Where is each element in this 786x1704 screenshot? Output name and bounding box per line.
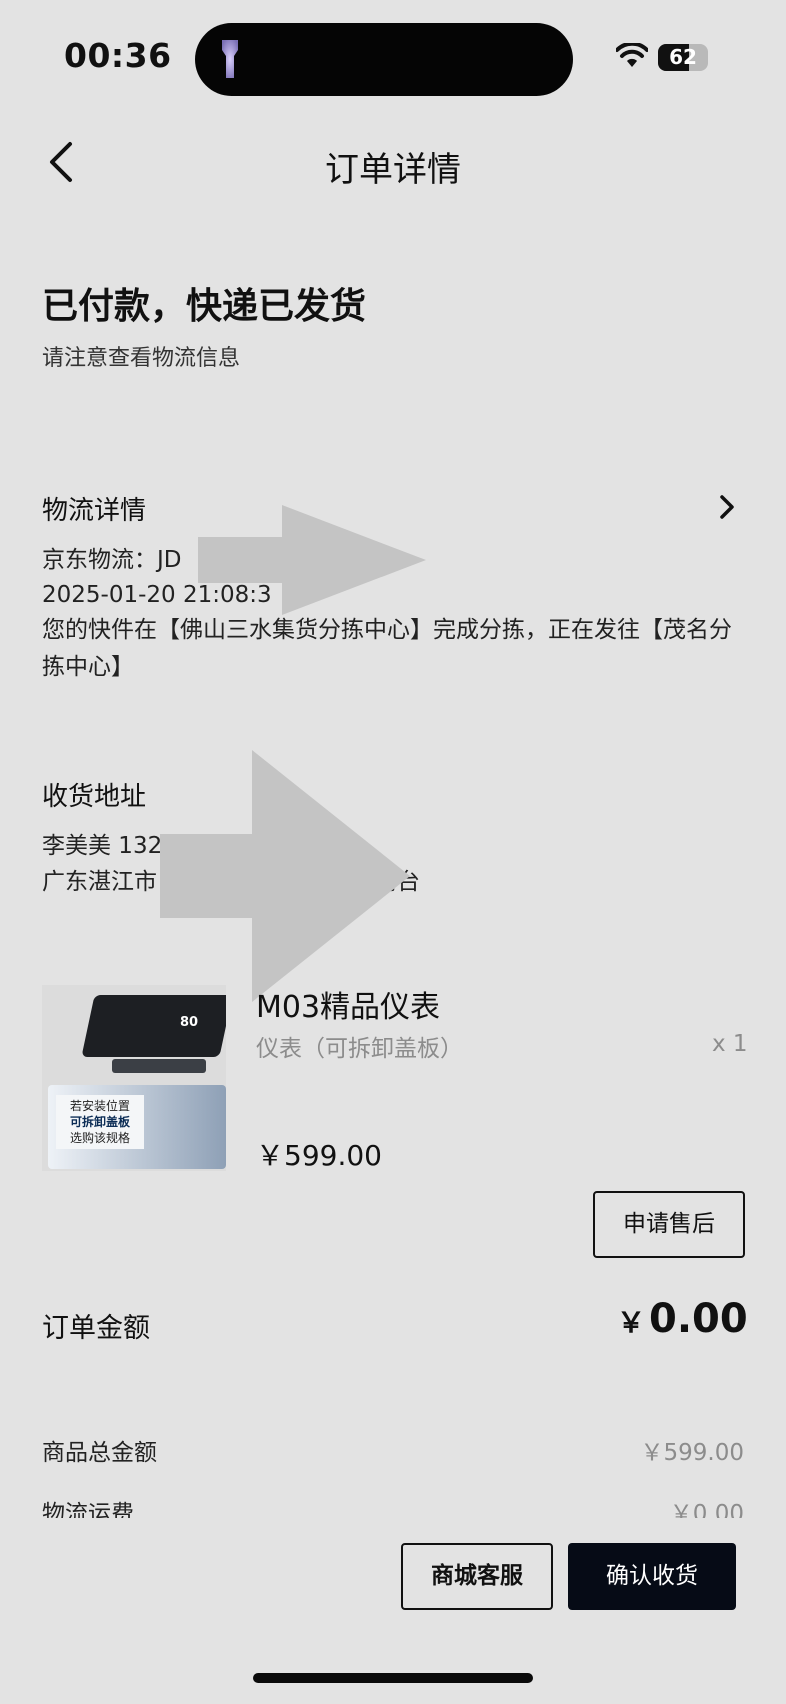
product-note-line3: 选购该规格: [69, 1131, 130, 1145]
logistics-title[interactable]: 物流详情: [42, 490, 146, 527]
product-price: ￥599.00: [256, 1139, 382, 1172]
product-spec: 仪表（可拆卸盖板）: [256, 1036, 463, 1062]
product-note-line2: 可拆卸盖板: [69, 1115, 130, 1129]
dynamic-island: [195, 23, 573, 96]
product-quantity: x 1: [712, 1031, 748, 1057]
product-stand: [112, 1059, 206, 1073]
product-note: 若安装位置 可拆卸盖板 选购该规格: [56, 1095, 144, 1149]
product-note-line1: 若安装位置: [69, 1099, 130, 1113]
address-title: 收货地址: [42, 782, 147, 812]
order-amount-currency: ￥: [617, 1306, 646, 1339]
flashlight-icon: [222, 40, 238, 78]
summary-value: ￥599.00: [640, 1440, 744, 1466]
product-image[interactable]: 80 若安装位置 可拆卸盖板 选购该规格: [42, 985, 226, 1171]
address-contact: 李美美 132: [42, 833, 163, 859]
order-status-subtitle: 请注意查看物流信息: [42, 346, 241, 371]
page-title: 订单详情: [325, 150, 461, 190]
product-screen: [81, 995, 226, 1057]
address-line-end: 前台: [374, 869, 420, 895]
chevron-right-icon[interactable]: [718, 494, 736, 520]
order-amount-value: ￥ 0.00: [617, 1296, 748, 1342]
summary-label: 商品总金额: [42, 1440, 157, 1466]
logistics-timestamp: 2025-01-20 21:08:3: [42, 582, 272, 608]
status-time: 00:36: [64, 36, 172, 75]
order-status-title: 已付款，快递已发货: [42, 286, 367, 327]
wifi-icon: [616, 43, 648, 67]
order-amount-label: 订单金额: [42, 1313, 150, 1344]
confirm-receipt-button[interactable]: 确认收货: [568, 1543, 736, 1610]
battery-percent: 62: [669, 45, 697, 69]
order-amount-number: 0.00: [649, 1296, 748, 1342]
logistics-carrier: 京东物流：JD: [42, 547, 182, 573]
product-name[interactable]: M03精品仪表: [256, 982, 440, 1026]
address-line-start: 广东湛江市: [42, 869, 157, 895]
battery-icon: 62: [658, 44, 708, 71]
product-speed: 80: [180, 1015, 199, 1030]
home-indicator[interactable]: [253, 1673, 533, 1683]
customer-service-button[interactable]: 商城客服: [401, 1543, 553, 1610]
logistics-message: 您的快件在【佛山三水集货分拣中心】完成分拣，正在发往【茂名分拣中心】: [42, 617, 732, 680]
after-sale-button[interactable]: 申请售后: [593, 1191, 745, 1258]
